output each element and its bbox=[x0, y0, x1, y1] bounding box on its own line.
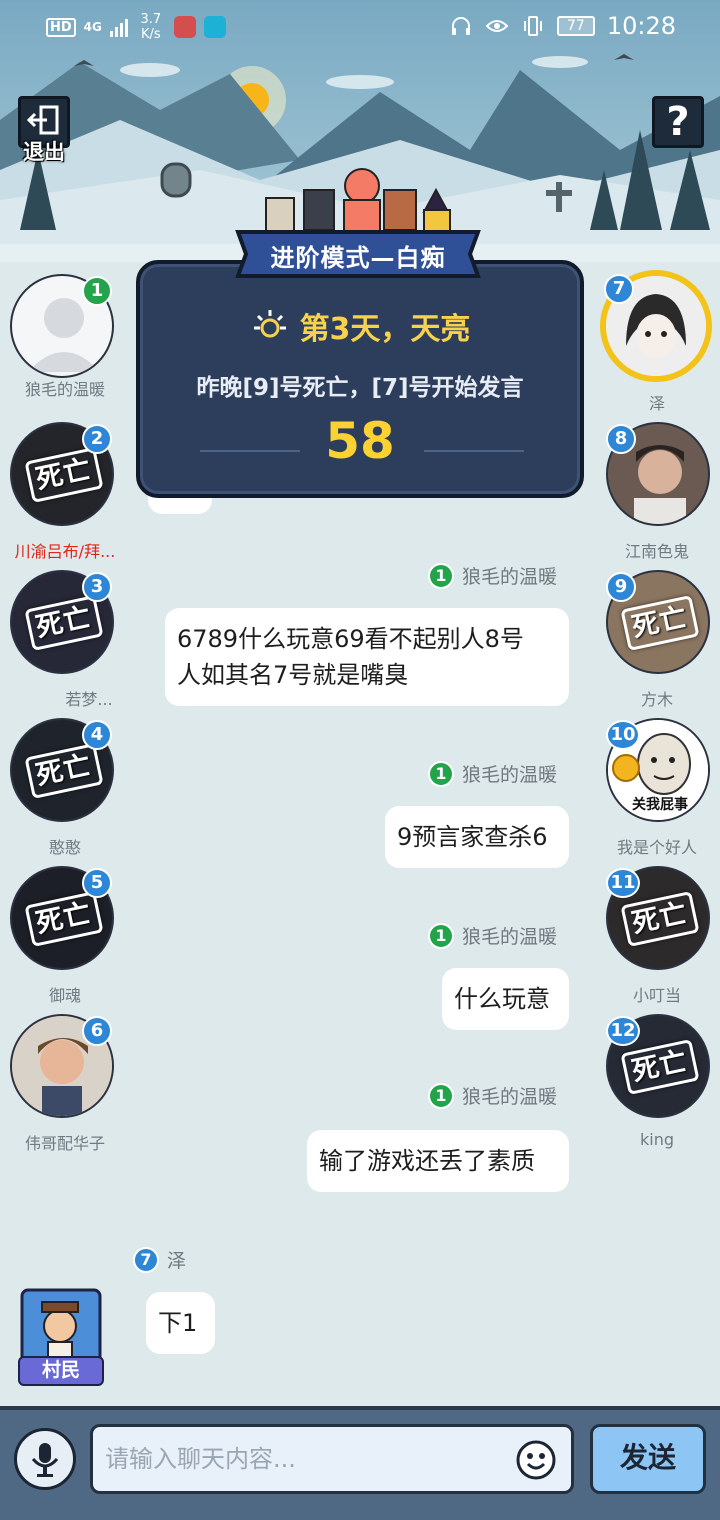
message-sender: 1 狼毛的温暖 bbox=[428, 922, 557, 949]
role-label: 村民 bbox=[18, 1356, 104, 1386]
emoji-icon[interactable] bbox=[515, 1439, 557, 1481]
role-card[interactable]: 村民 bbox=[18, 1288, 104, 1392]
seat-number-badge: 7 bbox=[604, 274, 634, 304]
send-button[interactable]: 发送 bbox=[590, 1424, 706, 1494]
network-type: 4G bbox=[83, 20, 102, 34]
dead-stamp: 死亡 bbox=[24, 446, 104, 504]
night-result-text: 昨晚[9]号死亡，[7]号开始发言 bbox=[196, 375, 524, 401]
message-bubble: 什么玩意 bbox=[442, 968, 569, 1030]
player-name: 小叮当 bbox=[632, 986, 681, 1005]
microphone-icon bbox=[31, 1443, 59, 1477]
sender-name: 狼毛的温暖 bbox=[462, 926, 558, 948]
chat-input-bar: 发送 bbox=[0, 1406, 720, 1520]
status-bar: HD 4G 3.7 K/s 77 10:28 bbox=[0, 0, 720, 56]
dead-stamp: 死亡 bbox=[620, 890, 700, 948]
seat-number-badge: 8 bbox=[606, 424, 636, 454]
message-bubble: 9预言家查杀6 bbox=[385, 806, 569, 868]
hd-indicator: HD bbox=[46, 17, 76, 37]
headset-icon bbox=[451, 17, 470, 35]
player-name: 泽 bbox=[648, 394, 665, 413]
dead-stamp: 死亡 bbox=[620, 594, 700, 652]
player-name: 伟哥配华子 bbox=[24, 1134, 105, 1153]
message-text-line1: 6789什么玩意69看不起别人8号 bbox=[177, 625, 524, 653]
seat-number-badge: 9 bbox=[606, 572, 636, 602]
player-name: 狼毛的温暖 bbox=[24, 380, 105, 399]
battery-icon: 77 bbox=[556, 16, 595, 36]
mode-banner: 进阶模式—白痴 bbox=[234, 226, 482, 282]
message-text: 下1 bbox=[158, 1309, 198, 1337]
player-name: 方木 bbox=[640, 690, 673, 709]
sender-seat-badge: 1 bbox=[428, 760, 454, 787]
message-bubble: 6789什么玩意69看不起别人8号 人如其名7号就是嘴臭 bbox=[165, 608, 569, 706]
sender-name: 狼毛的温暖 bbox=[462, 764, 558, 786]
seat-number-badge: 5 bbox=[82, 868, 112, 898]
player-name: 我是个好人 bbox=[616, 838, 697, 857]
message-sender: 1 狼毛的温暖 bbox=[428, 1082, 557, 1109]
sender-name: 泽 bbox=[167, 1250, 187, 1272]
sender-seat-badge: 1 bbox=[428, 1082, 454, 1109]
sender-name: 狼毛的温暖 bbox=[462, 1086, 558, 1108]
sender-seat-badge: 1 bbox=[428, 562, 454, 589]
seat-number-badge: 6 bbox=[82, 1016, 112, 1046]
message-text: 什么玩意 bbox=[454, 985, 550, 1013]
sender-seat-badge: 1 bbox=[428, 922, 454, 949]
dead-stamp: 死亡 bbox=[24, 890, 104, 948]
help-button[interactable]: ? bbox=[652, 96, 704, 148]
message-sender: 1 狼毛的温暖 bbox=[428, 760, 557, 787]
chat-input[interactable] bbox=[105, 1437, 505, 1481]
player-name: 川渝吕布/拜... bbox=[14, 542, 116, 561]
player-name: 若梦... bbox=[65, 690, 113, 709]
help-icon: ? bbox=[666, 99, 690, 145]
chat-input-box[interactable] bbox=[90, 1424, 574, 1494]
player-name: 御魂 bbox=[48, 986, 81, 1005]
clock: 10:28 bbox=[606, 12, 676, 40]
app-notification-icon bbox=[173, 16, 196, 38]
player-name: king bbox=[639, 1130, 674, 1149]
seat-number-badge: 4 bbox=[82, 720, 112, 750]
sun-icon bbox=[253, 310, 286, 338]
message-sender: 1 狼毛的温暖 bbox=[428, 562, 557, 589]
sender-name: 狼毛的温暖 bbox=[462, 566, 558, 588]
dead-stamp: 死亡 bbox=[620, 1038, 700, 1096]
message-bubble: 输了游戏还丢了素质 bbox=[307, 1130, 569, 1192]
seat-number-badge: 3 bbox=[82, 572, 112, 602]
seat-number-badge: 11 bbox=[606, 868, 640, 898]
seat-number-badge: 10 bbox=[606, 720, 640, 750]
seat-number-badge: 2 bbox=[82, 424, 112, 454]
avatar-caption: 关我屁事 bbox=[632, 797, 688, 813]
day-title: 第3天，天亮 bbox=[299, 312, 471, 347]
app-notification-icon-2 bbox=[203, 16, 226, 38]
player-name: 江南色鬼 bbox=[624, 542, 689, 561]
message-bubble: 下1 bbox=[146, 1292, 215, 1354]
network-speed: 3.7 K/s bbox=[140, 12, 162, 42]
message-sender: 7 泽 bbox=[133, 1246, 186, 1273]
message-text-line2: 人如其名7号就是嘴臭 bbox=[177, 661, 409, 689]
player-name: 憨憨 bbox=[48, 838, 81, 857]
sender-seat-badge: 7 bbox=[133, 1246, 159, 1273]
voice-button[interactable] bbox=[14, 1428, 76, 1490]
dead-stamp: 死亡 bbox=[24, 594, 104, 652]
message-text: 9预言家查杀6 bbox=[397, 823, 548, 851]
seat-number-badge: 1 bbox=[82, 276, 112, 306]
eye-comfort-icon bbox=[485, 20, 509, 32]
countdown-timer: 58 bbox=[325, 412, 395, 470]
mode-title: 进阶模式—白痴 bbox=[270, 244, 446, 272]
seat-number-badge: 12 bbox=[606, 1016, 640, 1046]
game-status-panel: 第3天，天亮 昨晚[9]号死亡，[7]号开始发言 58 bbox=[136, 260, 584, 498]
signal-icon bbox=[109, 17, 128, 37]
vibrate-icon bbox=[523, 16, 542, 36]
dead-stamp: 死亡 bbox=[24, 742, 104, 800]
message-text: 输了游戏还丢了素质 bbox=[319, 1147, 535, 1175]
exit-label[interactable]: 退出 bbox=[14, 136, 74, 166]
